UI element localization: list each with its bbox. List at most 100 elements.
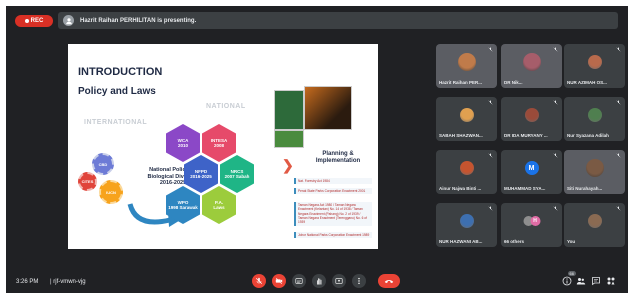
mic-off-icon: [255, 277, 263, 285]
record-dot-icon: [24, 19, 29, 23]
mic-off-icon: [553, 100, 558, 105]
mic-off-icon: [488, 47, 493, 52]
law-item: Perak State Parks Corporation Enactment …: [294, 188, 372, 195]
participant-name: DR Nik...: [504, 80, 523, 85]
law-item: Nat. Forestry Act 1984: [294, 178, 372, 185]
meeting-code-text: rjf-vmwn-vjg: [53, 279, 86, 285]
person-icon: [65, 17, 72, 24]
avatar: [459, 214, 474, 229]
participant-tile[interactable]: SABAH SHAZWAN...: [436, 97, 497, 141]
participant-name: Siti Nurahayah...: [567, 186, 603, 191]
more-vert-icon: [358, 277, 360, 285]
participant-count-badge: 66: [567, 271, 576, 276]
participant-tile[interactable]: H 66 others: [501, 203, 562, 247]
clock-time: 3:26 PM: [16, 279, 39, 285]
slide-subtitle: Policy and Laws: [78, 86, 156, 97]
presenter-avatar: [63, 15, 74, 26]
hex-line2: 2010: [177, 143, 188, 148]
avatar: [587, 214, 602, 229]
present-screen-icon: [335, 278, 343, 284]
mic-off-icon: [553, 153, 558, 158]
hex-line2: 2008: [213, 143, 224, 148]
gear-label: CITES: [81, 179, 94, 184]
info-icon[interactable]: [562, 276, 572, 286]
label-national: NATIONAL: [206, 103, 246, 110]
law-item: Taman Negara Act 1980 / Taman Negara Ena…: [294, 202, 372, 226]
hex-wca: WCA 2010: [166, 124, 200, 162]
participant-name: 66 others: [504, 239, 525, 244]
people-icon[interactable]: [576, 276, 586, 286]
raise-hand-button[interactable]: [312, 274, 326, 288]
participant-tile[interactable]: DR IDA MURYANY ...: [501, 97, 562, 141]
avatar: [587, 55, 602, 70]
meeting-code: | rjf-vmwn-vjg: [50, 279, 86, 285]
participant-name: MUHAMMAD SYA...: [504, 186, 546, 191]
presentation-slide: INTRODUCTION Policy and Laws INTERNATION…: [68, 44, 378, 249]
hand-icon: [317, 278, 322, 285]
participant-name: DR IDA MURYANY ...: [504, 133, 548, 138]
chevron-right-icon: ❯: [282, 157, 294, 173]
meet-window: REC Hazrit Raihan PERHILITAN is presenti…: [6, 6, 628, 293]
hex-nfpd: NFPD 2016-2025: [184, 155, 218, 193]
participant-name: Ainur Najwa Binti ...: [439, 186, 482, 191]
participant-name: NUR AZIMAH OS...: [567, 80, 607, 85]
participant-tile[interactable]: Nur Syazana Adilah: [564, 97, 625, 141]
label-international: INTERNATIONAL: [84, 119, 148, 126]
tiger-cover-image: [304, 86, 352, 130]
others-avatars: H: [523, 216, 540, 227]
mic-off-icon: [616, 206, 621, 211]
mic-off-icon: [553, 47, 558, 52]
avatar: [587, 108, 602, 123]
presenter-text: Hazrit Raihan PERHILITAN is presenting.: [80, 17, 197, 24]
recording-label: REC: [30, 18, 44, 24]
mic-off-icon: [616, 47, 621, 52]
participant-video: [522, 52, 541, 71]
document-cover-image: [274, 90, 304, 130]
camera-off-icon: [275, 277, 283, 285]
gear-label: CBD: [98, 161, 108, 167]
hex-nrcs: NRCS 2007 Sabah: [220, 155, 254, 193]
activities-icon[interactable]: [606, 276, 616, 286]
camera-button[interactable]: [272, 274, 286, 288]
avatar: H: [530, 216, 540, 227]
present-button[interactable]: [332, 274, 346, 288]
phone-hangup-icon: [384, 279, 394, 284]
mic-off-icon: [616, 153, 621, 158]
chat-icon[interactable]: [591, 276, 601, 286]
mic-off-icon: [488, 206, 493, 211]
hex-line2: 2007 Sabah: [224, 174, 250, 179]
presenter-banner: Hazrit Raihan PERHILITAN is presenting.: [58, 12, 618, 29]
participant-name: SABAH SHAZWAN...: [439, 133, 483, 138]
more-options-button[interactable]: [352, 274, 366, 288]
participant-name: Hazrit Raihan PER...: [439, 80, 483, 85]
slide-title: INTRODUCTION: [78, 66, 163, 78]
captions-icon: [295, 278, 303, 284]
document-cover-image: [274, 130, 304, 148]
mic-off-icon: [488, 100, 493, 105]
participant-name: Nur Syazana Adilah: [567, 133, 609, 138]
separator: |: [50, 279, 52, 285]
participant-tile[interactable]: Ainur Najwa Binti ...: [436, 150, 497, 194]
participant-tile[interactable]: M MUHAMMAD SYA...: [501, 150, 562, 194]
participant-tile[interactable]: Siti Nurahayah...: [564, 150, 625, 194]
participant-name: You: [567, 239, 576, 244]
participant-tile[interactable]: You: [564, 203, 625, 247]
leave-call-button[interactable]: [378, 274, 400, 288]
gear-iucn: IUCN: [99, 180, 123, 204]
hex-intesa: INTESA 2008: [202, 124, 236, 162]
participant-tile[interactable]: NUR HAZWANI AB...: [436, 203, 497, 247]
avatar: [524, 108, 539, 123]
mic-off-icon: [553, 206, 558, 211]
captions-button[interactable]: [292, 274, 306, 288]
avatar: [459, 161, 474, 176]
participant-tile[interactable]: Hazrit Raihan PER...: [436, 44, 497, 88]
hex-line2: Laws: [213, 205, 225, 210]
hex-pa: P.A. Laws: [202, 186, 236, 224]
mic-button[interactable]: [252, 274, 266, 288]
participant-tile[interactable]: NUR AZIMAH OS...: [564, 44, 625, 88]
participant-video: [585, 158, 604, 177]
participant-tile[interactable]: DR Nik...: [501, 44, 562, 88]
mic-off-icon: [616, 100, 621, 105]
law-item: Johor National Parks Corporation Enactme…: [294, 232, 372, 239]
hex-line2: 2016-2025: [190, 174, 212, 179]
